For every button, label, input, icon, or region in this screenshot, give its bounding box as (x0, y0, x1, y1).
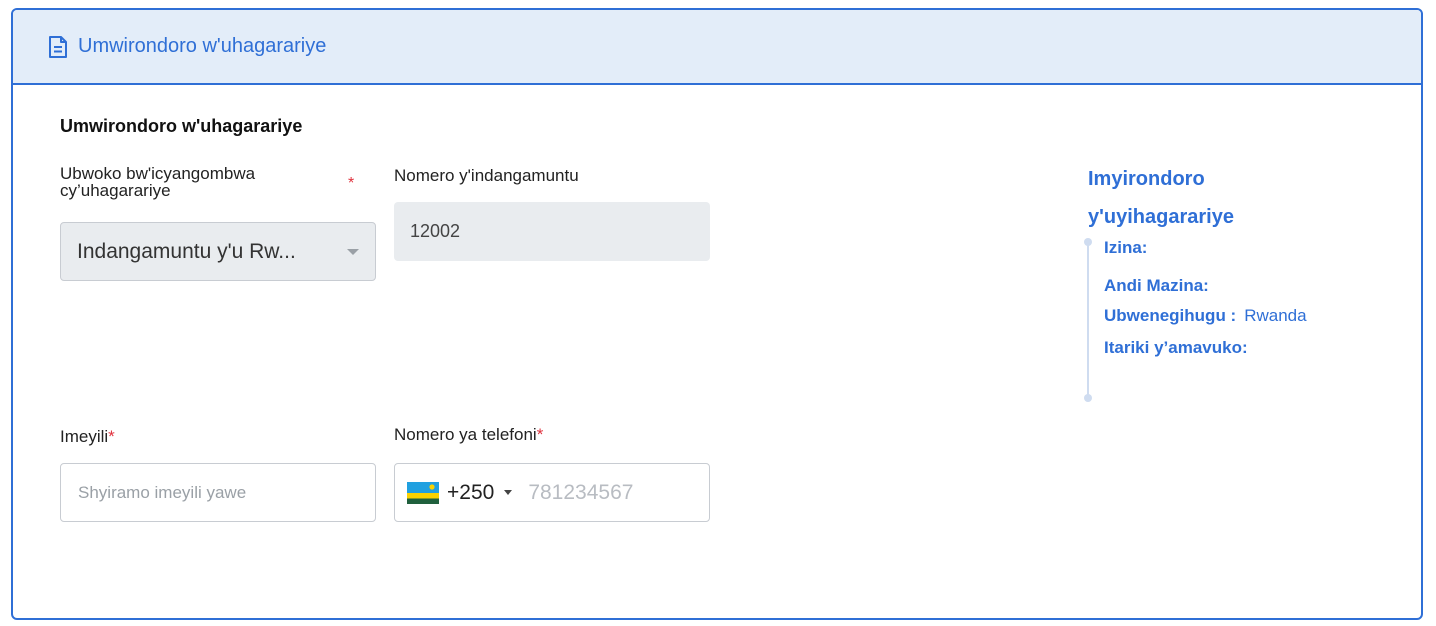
info-key: Itariki y’amavuko: (1104, 338, 1248, 357)
info-row-name: Izina: (1104, 238, 1155, 258)
email-placeholder: Shyiramo imeyili yawe (78, 482, 247, 502)
info-key: Andi Mazina: (1104, 276, 1209, 295)
country-dropdown-caret-icon[interactable] (504, 490, 513, 495)
section-title: Umwirondoro w'uhagarariye (60, 116, 303, 136)
email-field[interactable]: Shyiramo imeyili yawe (60, 463, 376, 522)
phone-required-mark: * (536, 425, 544, 444)
card-header: Umwirondoro w'uhagarariye (13, 10, 1421, 85)
info-row-birth-date: Itariki y’amavuko: (1104, 338, 1256, 358)
document-type-label: Ubwoko bw'icyangombwa cy’uhagarariye (60, 165, 255, 199)
document-icon (47, 35, 69, 59)
id-number-label: Nomero y'indangamuntu (394, 166, 579, 185)
timeline-line (1087, 242, 1089, 398)
id-number-value: 12002 (410, 221, 461, 241)
info-row-other-names: Andi Mazina: (1104, 276, 1217, 296)
email-label-text: Imeyili (60, 427, 109, 446)
card-header-title: Umwirondoro w'uhagarariye (78, 35, 327, 57)
document-type-label-line1: Ubwoko bw'icyangombwa (60, 164, 256, 183)
timeline-dot-top (1084, 238, 1092, 246)
phone-placeholder: 781234567 (528, 480, 634, 504)
info-row-nationality: Ubwenegihugu : Rwanda (1104, 306, 1307, 326)
representative-profile-card: Umwirondoro w'uhagarariye Umwirondoro w'… (11, 8, 1423, 620)
country-code[interactable]: +250 (447, 481, 494, 505)
side-panel-title: Imyirondoro y'uyihagarariye (1088, 168, 1234, 228)
chevron-down-icon (347, 248, 359, 255)
info-key: Ubwenegihugu : (1104, 306, 1237, 325)
id-number-field[interactable]: 12002 (394, 202, 710, 261)
timeline-dot-bottom (1084, 394, 1092, 402)
document-type-value: Indangamuntu y'u Rw... (77, 239, 296, 263)
phone-label: Nomero ya telefoni* (394, 426, 543, 443)
phone-field[interactable]: +250 781234567 (394, 463, 710, 522)
phone-label-text: Nomero ya telefoni (394, 425, 537, 444)
info-key: Izina: (1104, 238, 1148, 257)
email-required-mark: * (108, 427, 115, 446)
rwanda-flag-icon[interactable] (407, 481, 439, 504)
document-type-required-mark: * (348, 175, 355, 192)
email-label: Imeyili* (60, 428, 115, 445)
document-type-label-line2: cy’uhagarariye (60, 181, 171, 200)
info-value: Rwanda (1244, 306, 1307, 325)
document-type-select[interactable]: Indangamuntu y'u Rw... (60, 222, 376, 281)
